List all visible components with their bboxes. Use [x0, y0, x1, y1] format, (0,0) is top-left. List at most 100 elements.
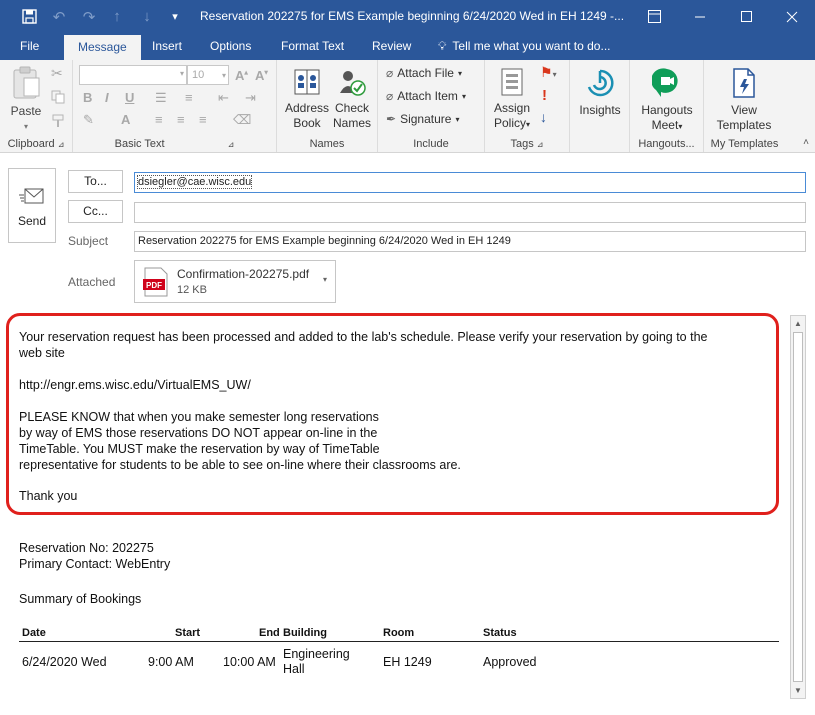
- low-importance-icon[interactable]: ↓: [540, 110, 547, 125]
- numbering-icon[interactable]: ≡: [185, 90, 193, 105]
- cell-building-line-1: Engineering: [283, 647, 350, 661]
- subject-field[interactable]: Reservation 202275 for EMS Example begin…: [134, 231, 806, 252]
- copy-icon[interactable]: [51, 90, 65, 108]
- signature-icon: ✒︎: [386, 112, 397, 126]
- minimize-icon[interactable]: [677, 0, 723, 33]
- tell-me-search[interactable]: 💡︎ Tell me what you want to do...: [438, 33, 611, 60]
- highlight-icon[interactable]: ✎: [83, 112, 94, 128]
- scrollbar-thumb[interactable]: [793, 332, 803, 682]
- chevron-down-icon: ▾: [221, 71, 226, 80]
- attach-file-button[interactable]: ⌀ Attach File ▾: [386, 66, 462, 80]
- hangouts-meet-button[interactable]: Hangouts Meet▾: [638, 67, 696, 134]
- dialog-launcher-icon[interactable]: ⊿: [537, 140, 544, 149]
- paste-button[interactable]: Paste ▾: [6, 66, 46, 134]
- tab-options[interactable]: Options: [210, 33, 251, 60]
- summary-heading: Summary of Bookings: [19, 592, 142, 606]
- attachment-item[interactable]: PDF Confirmation-202275.pdf 12 KB ▾: [134, 260, 336, 303]
- tab-file[interactable]: File: [20, 33, 39, 60]
- underline-button[interactable]: U: [125, 90, 134, 105]
- send-label: Send: [17, 214, 47, 228]
- check-names-button[interactable]: Check Names: [331, 67, 373, 131]
- address-book-button[interactable]: Address Book: [285, 67, 329, 131]
- high-importance-icon[interactable]: !: [542, 88, 547, 103]
- to-field[interactable]: dsiegler@cae.wisc.edu: [134, 172, 806, 193]
- bold-button[interactable]: B: [83, 90, 92, 105]
- lightbulb-icon: 💡︎: [438, 39, 447, 53]
- cc-field[interactable]: [134, 202, 806, 223]
- scroll-down-arrow-icon[interactable]: ▼: [791, 683, 805, 698]
- recipient-to[interactable]: dsiegler@cae.wisc.edu: [136, 175, 253, 189]
- customize-icon[interactable]: ▾: [160, 0, 190, 33]
- check-names-icon: [331, 67, 373, 101]
- dialog-launcher-icon[interactable]: ⊿: [228, 140, 235, 149]
- undo-icon[interactable]: ↶: [44, 0, 74, 33]
- font-size-select[interactable]: 10 ▾: [187, 65, 229, 85]
- font-color-icon[interactable]: A: [121, 112, 130, 127]
- chevron-down-icon: ▾: [461, 91, 466, 101]
- dialog-launcher-icon[interactable]: ⊿: [58, 140, 65, 149]
- redo-icon[interactable]: ↷: [74, 0, 104, 33]
- hangouts-group: Hangouts Meet▾ Hangouts...: [630, 60, 704, 152]
- chevron-down-icon: ▾: [526, 120, 531, 129]
- insights-button[interactable]: Insights: [578, 67, 622, 118]
- my-templates-label: My Templates: [710, 138, 779, 150]
- to-button[interactable]: To...: [68, 170, 123, 193]
- collapse-ribbon-icon[interactable]: ˄: [803, 137, 809, 148]
- close-icon[interactable]: [769, 0, 815, 33]
- send-icon: [9, 187, 55, 210]
- bullets-icon[interactable]: ☰: [155, 90, 167, 106]
- grow-font-icon[interactable]: A▴: [235, 68, 248, 83]
- follow-up-flag-icon[interactable]: ⚑▾: [540, 65, 557, 82]
- table-header-start: Start: [175, 627, 201, 639]
- tags-group: Assign Policy▾ ⚑▾ ! ↓ Tags ⊿: [485, 60, 570, 152]
- ribbon-display-icon[interactable]: [631, 0, 677, 33]
- maximize-icon[interactable]: [723, 0, 769, 33]
- italic-button[interactable]: I: [105, 90, 109, 105]
- body-url[interactable]: http://engr.ems.wisc.edu/VirtualEMS_UW/: [19, 377, 251, 393]
- basic-text-label: Basic Text: [114, 138, 165, 150]
- tab-format-text[interactable]: Format Text: [281, 33, 344, 60]
- chevron-down-icon: ▾: [678, 122, 683, 131]
- align-right-icon[interactable]: ≡: [199, 112, 207, 127]
- signature-button[interactable]: ✒︎ Signature ▾: [386, 112, 459, 126]
- include-group: ⌀ Attach File ▾ ⌀ Attach Item ▾ ✒︎ Signature ▾…: [378, 60, 485, 152]
- cc-button[interactable]: Cc...: [68, 200, 123, 223]
- tab-insert[interactable]: Insert: [152, 33, 182, 60]
- down-arrow-icon[interactable]: ↓: [132, 0, 162, 33]
- cut-icon[interactable]: ✂: [51, 66, 63, 81]
- attach-item-button[interactable]: ⌀ Attach Item ▾: [386, 89, 466, 103]
- vertical-scrollbar[interactable]: ▲ ▼: [790, 315, 806, 699]
- tab-review[interactable]: Review: [372, 33, 411, 60]
- decrease-indent-icon[interactable]: ⇤: [218, 90, 229, 106]
- align-left-icon[interactable]: ≡: [155, 112, 163, 127]
- attachment-menu-chevron-icon[interactable]: ▾: [323, 275, 327, 284]
- templates-icon: [712, 67, 776, 103]
- scroll-up-arrow-icon[interactable]: ▲: [791, 316, 805, 331]
- paste-label: Paste: [10, 104, 42, 118]
- view-templates-button[interactable]: View Templates: [712, 67, 776, 133]
- body-paragraph-1-line-2: web site: [19, 346, 65, 360]
- my-templates-group: View Templates My Templates: [704, 60, 785, 152]
- hangouts-meet-label-1: Hangouts: [641, 103, 693, 117]
- shrink-font-icon[interactable]: A▾: [255, 68, 268, 83]
- align-center-icon[interactable]: ≡: [177, 112, 185, 127]
- assign-policy-label-2: Policy: [493, 116, 526, 130]
- clear-formatting-icon[interactable]: ⌫: [233, 112, 251, 128]
- body-paragraph-2-line-3: TimeTable. You MUST make the reservation…: [19, 442, 380, 456]
- up-arrow-icon[interactable]: ↑: [102, 0, 132, 33]
- format-painter-icon[interactable]: [51, 114, 65, 132]
- chevron-down-icon: ▾: [455, 114, 460, 124]
- tell-me-label: Tell me what you want to do...: [452, 39, 611, 53]
- tags-label: Tags: [510, 138, 534, 150]
- send-button[interactable]: Send: [8, 168, 56, 243]
- font-name-select[interactable]: ▾: [79, 65, 187, 85]
- basic-text-group: ▾ 10 ▾ A▴ A▾ B I U ☰ ≡ ⇤ ⇥ ✎ A ≡ ≡ ≡ ⌫ B…: [73, 60, 277, 152]
- tab-message[interactable]: Message: [64, 35, 141, 60]
- assign-policy-button[interactable]: Assign Policy▾: [491, 67, 533, 132]
- insights-icon: [578, 67, 622, 103]
- insights-group: Insights: [570, 60, 630, 152]
- names-label: Names: [309, 138, 345, 150]
- save-icon[interactable]: [14, 0, 44, 33]
- cell-room: EH 1249: [383, 655, 432, 669]
- increase-indent-icon[interactable]: ⇥: [245, 90, 256, 106]
